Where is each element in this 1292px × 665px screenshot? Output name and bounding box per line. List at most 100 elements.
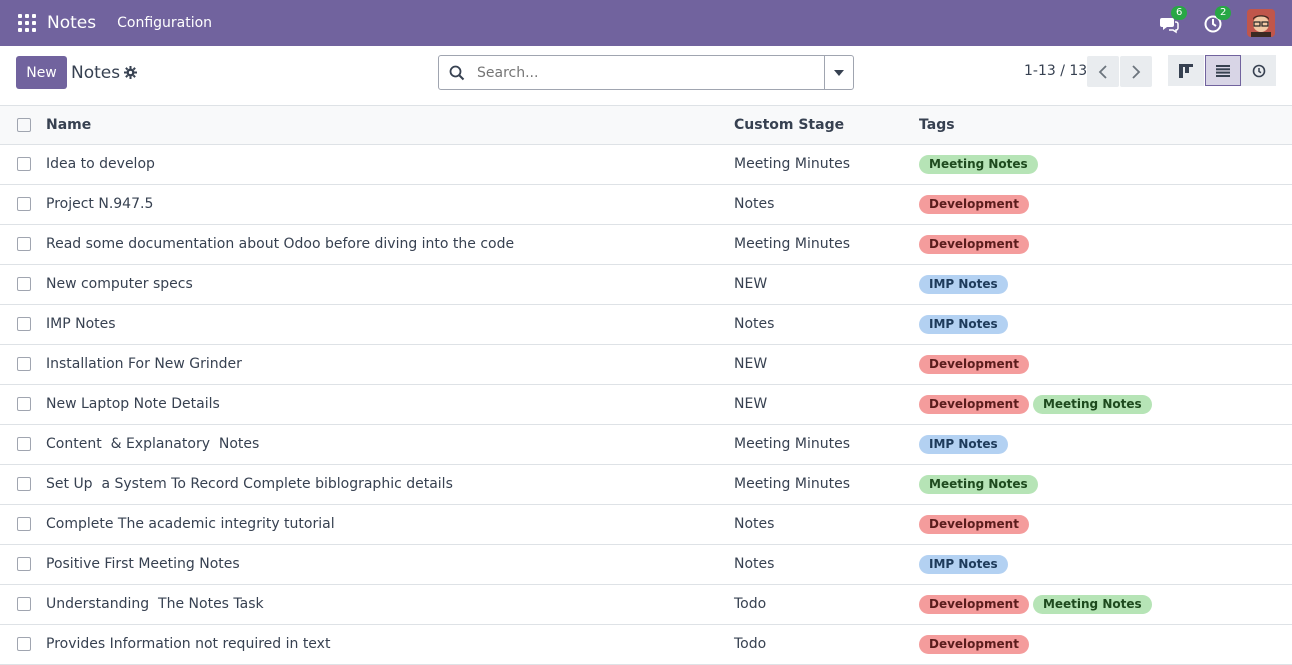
table-row[interactable]: Positive First Meeting Notes Notes IMP Not…	[0, 544, 1292, 585]
gear-icon[interactable]	[124, 66, 137, 79]
row-tags[interactable]: IMP Notes	[919, 264, 1292, 305]
column-header-stage[interactable]: Custom Stage	[734, 106, 919, 145]
top-navbar: Notes Configuration 6 2	[0, 0, 1292, 46]
row-name[interactable]: Idea to develop	[46, 144, 734, 185]
row-name[interactable]: Project N.947.5	[46, 184, 734, 225]
table-row[interactable]: Read some documentation about Odoo befor…	[0, 224, 1292, 265]
activity-view-button[interactable]	[1241, 55, 1276, 86]
select-all-checkbox[interactable]	[17, 117, 31, 132]
row-stage[interactable]: NEW	[734, 344, 919, 385]
kanban-view-button[interactable]	[1168, 55, 1204, 86]
row-tags[interactable]: Development	[919, 504, 1292, 545]
row-stage[interactable]: Todo	[734, 584, 919, 625]
new-button[interactable]: New	[16, 56, 67, 89]
row-checkbox[interactable]	[17, 397, 31, 411]
row-checkbox[interactable]	[17, 557, 31, 571]
row-tags[interactable]: Development	[919, 344, 1292, 385]
messaging-menu[interactable]: 6	[1159, 6, 1188, 34]
table-row[interactable]: New computer specs NEW IMP Notes	[0, 264, 1292, 305]
user-avatar[interactable]	[1247, 9, 1275, 37]
row-name[interactable]: Provides Information not required in tex…	[46, 624, 734, 665]
row-stage[interactable]: NEW	[734, 384, 919, 425]
column-header-tags[interactable]: Tags	[919, 106, 1292, 145]
row-checkbox[interactable]	[17, 237, 31, 251]
row-stage[interactable]: Notes	[734, 504, 919, 545]
row-name[interactable]: Set Up a System To Record Complete biblo…	[46, 464, 734, 505]
table-row[interactable]: IMP Notes Notes IMP Notes	[0, 304, 1292, 345]
activities-badge: 2	[1215, 6, 1232, 20]
tag-badge: Development	[919, 354, 1029, 374]
row-stage[interactable]: Meeting Minutes	[734, 144, 919, 185]
breadcrumb-title: Notes	[71, 63, 121, 83]
table-row[interactable]: Understanding The Notes Task Todo Developm…	[0, 584, 1292, 625]
pager-value[interactable]: 1-13 / 13	[1024, 63, 1087, 79]
row-checkbox[interactable]	[17, 637, 31, 651]
row-checkbox[interactable]	[17, 477, 31, 491]
table-row[interactable]: Content & Explanatory Notes Meeting Minut…	[0, 424, 1292, 465]
row-stage[interactable]: Notes	[734, 184, 919, 225]
row-name[interactable]: Installation For New Grinder	[46, 344, 734, 385]
row-stage[interactable]: NEW	[734, 264, 919, 305]
row-tags[interactable]: Development	[919, 624, 1292, 665]
tag-badge: IMP Notes	[919, 274, 1008, 294]
row-checkbox[interactable]	[17, 197, 31, 211]
caret-down-icon	[834, 69, 844, 76]
row-tags[interactable]: Development Meeting Notes	[919, 584, 1292, 625]
table-row[interactable]: Installation For New Grinder NEW Developme…	[0, 344, 1292, 385]
search-options-toggle[interactable]	[824, 56, 853, 89]
table-row[interactable]: Idea to develop Meeting Minutes Meeting No…	[0, 144, 1292, 185]
control-panel: New Notes 1-13 / 13	[0, 46, 1292, 106]
row-stage[interactable]: Todo	[734, 624, 919, 665]
row-tags[interactable]: IMP Notes	[919, 424, 1292, 465]
row-checkbox[interactable]	[17, 317, 31, 331]
row-name[interactable]: Understanding The Notes Task	[46, 584, 734, 625]
row-tags[interactable]: Meeting Notes	[919, 144, 1292, 185]
activity-menu[interactable]: 2	[1203, 6, 1232, 34]
list-view-button[interactable]	[1205, 55, 1241, 86]
row-tags[interactable]: Development Meeting Notes	[919, 384, 1292, 425]
pager-next-button[interactable]	[1120, 56, 1152, 87]
table-row[interactable]: Set Up a System To Record Complete biblo…	[0, 464, 1292, 505]
row-stage[interactable]: Meeting Minutes	[734, 224, 919, 265]
tag-badge: Meeting Notes	[919, 154, 1038, 174]
row-name[interactable]: Content & Explanatory Notes	[46, 424, 734, 465]
row-stage[interactable]: Meeting Minutes	[734, 464, 919, 505]
row-checkbox[interactable]	[17, 157, 31, 171]
row-tags[interactable]: Development	[919, 184, 1292, 225]
row-tags[interactable]: Meeting Notes	[919, 464, 1292, 505]
row-tags[interactable]: IMP Notes	[919, 304, 1292, 345]
search-box[interactable]	[438, 55, 854, 90]
row-stage[interactable]: Notes	[734, 304, 919, 345]
table-row[interactable]: New Laptop Note Details NEW Development Mee…	[0, 384, 1292, 425]
row-select-cell	[0, 384, 46, 425]
tag-badge: Development	[919, 634, 1029, 654]
pager-previous-button[interactable]	[1087, 56, 1119, 87]
tag-badge: Meeting Notes	[919, 474, 1038, 494]
row-name[interactable]: IMP Notes	[46, 304, 734, 345]
menu-configuration[interactable]: Configuration	[117, 15, 212, 31]
row-checkbox[interactable]	[17, 277, 31, 291]
row-name[interactable]: Positive First Meeting Notes	[46, 544, 734, 585]
row-name[interactable]: Complete The academic integrity tutorial	[46, 504, 734, 545]
kanban-view-icon	[1179, 63, 1193, 78]
table-row[interactable]: Project N.947.5 Notes Development	[0, 184, 1292, 225]
column-header-name[interactable]: Name	[46, 106, 734, 145]
row-stage[interactable]: Meeting Minutes	[734, 424, 919, 465]
row-name[interactable]: Read some documentation about Odoo befor…	[46, 224, 734, 265]
table-row[interactable]: Provides Information not required in tex…	[0, 624, 1292, 665]
row-name[interactable]: New Laptop Note Details	[46, 384, 734, 425]
row-checkbox[interactable]	[17, 437, 31, 451]
row-checkbox[interactable]	[17, 517, 31, 531]
row-checkbox[interactable]	[17, 357, 31, 371]
app-brand[interactable]: Notes	[47, 13, 96, 33]
table-row[interactable]: Complete The academic integrity tutorial…	[0, 504, 1292, 545]
tag-badge: Meeting Notes	[1032, 394, 1152, 414]
search-input[interactable]	[475, 63, 809, 82]
row-tags[interactable]: Development	[919, 224, 1292, 265]
row-tags[interactable]: IMP Notes	[919, 544, 1292, 585]
apps-grid-icon[interactable]	[18, 14, 36, 32]
row-name[interactable]: New computer specs	[46, 264, 734, 305]
row-checkbox[interactable]	[17, 597, 31, 611]
tag-badge: Meeting Notes	[1032, 594, 1152, 614]
row-stage[interactable]: Notes	[734, 544, 919, 585]
